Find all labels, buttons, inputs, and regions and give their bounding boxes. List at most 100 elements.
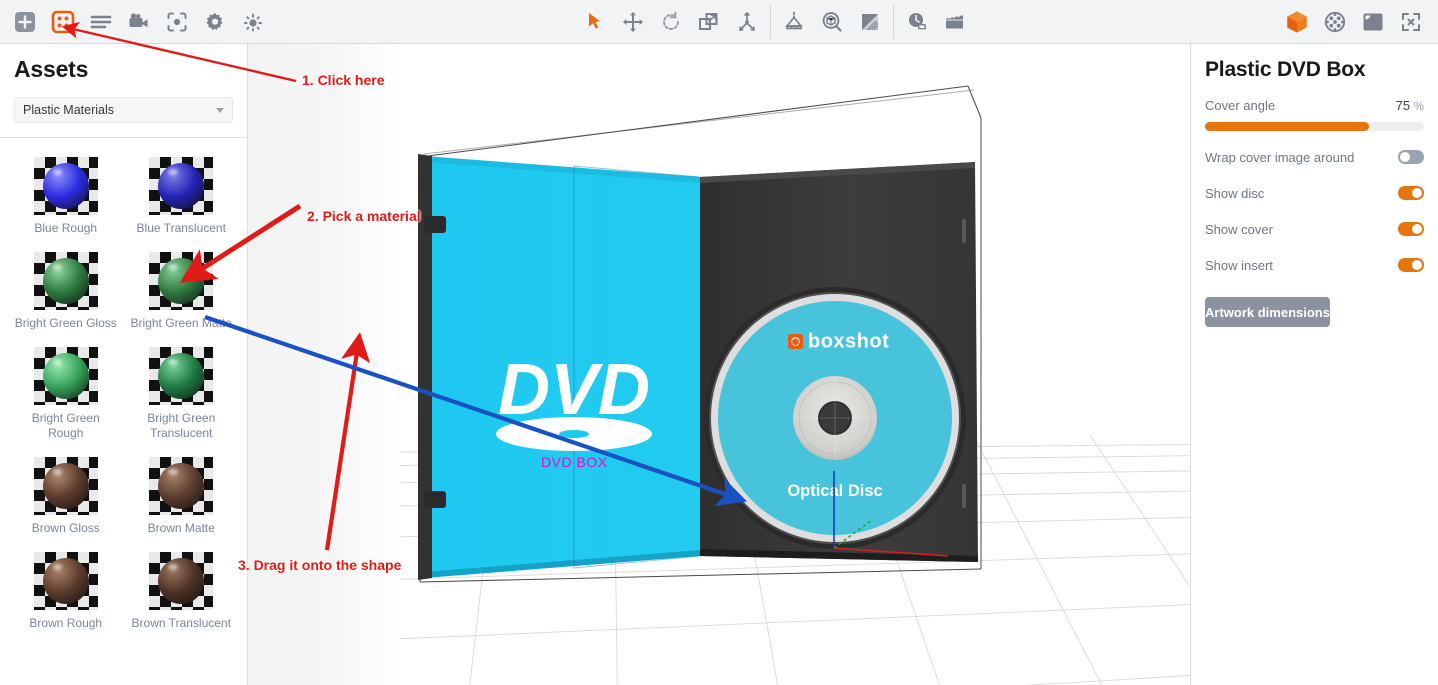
distribute-tool-icon[interactable]: [728, 3, 766, 41]
cover-angle-number: 75: [1396, 98, 1410, 113]
material-label: Brown Translucent: [132, 616, 231, 631]
material-sphere: [158, 258, 204, 304]
material-sphere: [43, 163, 89, 209]
dvd-cover: DVD: [418, 154, 700, 580]
animation-icon[interactable]: [936, 3, 974, 41]
material-sphere: [158, 163, 204, 209]
dvd-logo: DVD: [496, 350, 652, 451]
artwork-dimensions-button[interactable]: Artwork dimensions: [1205, 297, 1330, 327]
material-swatch-item[interactable]: Bright Green Translucent: [124, 344, 240, 444]
toggle-label: Show insert: [1205, 258, 1273, 273]
cover-angle-label: Cover angle: [1205, 98, 1275, 113]
optical-disc: boxshot Optical Disc: [711, 294, 959, 542]
toolbar-left-group: [0, 0, 272, 44]
snapshot-icon[interactable]: [158, 3, 196, 41]
material-sphere: [43, 353, 89, 399]
toggle-label: Wrap cover image around: [1205, 150, 1354, 165]
fullscreen-icon[interactable]: [1392, 3, 1430, 41]
cover-angle-slider[interactable]: [1205, 122, 1424, 131]
material-label: Bright Green Rough: [14, 411, 118, 441]
material-label: Brown Gloss: [32, 521, 100, 536]
toggle-knob: [1412, 188, 1422, 198]
material-swatch-item[interactable]: Blue Rough: [8, 154, 124, 239]
material-category-dropdown[interactable]: Plastic Materials: [14, 97, 233, 123]
add-object-icon[interactable]: [6, 3, 44, 41]
material-swatch-item[interactable]: Bright Green Matte: [124, 249, 240, 334]
material-swatch-item[interactable]: Bright Green Gloss: [8, 249, 124, 334]
toggle-knob: [1400, 152, 1410, 162]
toggle-label: Show disc: [1205, 186, 1264, 201]
panel-pointer-notch: [44, 44, 66, 54]
disc-label-text: Optical Disc: [787, 482, 882, 500]
toggle-switch[interactable]: [1398, 150, 1424, 164]
cover-angle-unit: %: [1414, 101, 1424, 113]
material-preview-icon: [34, 347, 98, 405]
reflection-icon[interactable]: [851, 3, 889, 41]
toggle-label: Show cover: [1205, 222, 1273, 237]
cover-angle-value: 75 %: [1396, 98, 1424, 113]
disc-brand-text: boxshot: [808, 331, 889, 353]
move-tool-icon[interactable]: [614, 3, 652, 41]
material-preview-icon: [149, 552, 213, 610]
toolbar-right-group: [1278, 0, 1438, 44]
brightness-icon[interactable]: [234, 3, 272, 41]
cover-clip-bottom: [424, 491, 446, 508]
toggle-knob: [1412, 260, 1422, 270]
backdrop-icon[interactable]: [1354, 3, 1392, 41]
material-swatch-item[interactable]: Brown Translucent: [124, 549, 240, 634]
material-label: Brown Rough: [29, 616, 102, 631]
material-preview-icon: [34, 552, 98, 610]
material-sphere: [43, 463, 89, 509]
material-preview-icon: [149, 457, 213, 515]
boxshot-app-window: Assets Plastic Materials Blue RoughBlue …: [0, 0, 1438, 685]
material-label: Brown Matte: [148, 521, 215, 536]
material-preview-icon: [149, 252, 213, 310]
material-label: Blue Translucent: [137, 221, 226, 236]
toggle-switch[interactable]: [1398, 222, 1424, 236]
material-category-label: Plastic Materials: [23, 103, 216, 117]
properties-panel: Plastic DVD Box Cover angle 75 % Wrap co…: [1190, 44, 1438, 685]
toggle-row: Show disc: [1191, 183, 1438, 203]
toggle-switch[interactable]: [1398, 186, 1424, 200]
page-title: Assets: [0, 44, 247, 83]
material-label: Blue Rough: [34, 221, 97, 236]
material-label: Bright Green Matte: [131, 316, 232, 331]
material-preview-icon: [34, 252, 98, 310]
toolbar-separator-1: [770, 5, 771, 39]
scale-tool-icon[interactable]: [690, 3, 728, 41]
main-toolbar: [0, 0, 1438, 44]
annotation-label-1: 1. Click here: [302, 72, 385, 88]
material-label: Bright Green Gloss: [15, 316, 117, 331]
spotlight-icon[interactable]: [775, 3, 813, 41]
toggle-knob: [1412, 224, 1422, 234]
cover-angle-slider-fill: [1205, 122, 1369, 131]
environment-icon[interactable]: [1316, 3, 1354, 41]
gear-icon[interactable]: [196, 3, 234, 41]
cover-angle-row: Cover angle 75 %: [1191, 96, 1438, 114]
select-tool-icon[interactable]: [576, 3, 614, 41]
camera-icon[interactable]: [120, 3, 158, 41]
toggle-row: Show insert: [1191, 255, 1438, 275]
viewport-backdrop-shade: [248, 44, 400, 685]
inspect-object-icon[interactable]: [813, 3, 851, 41]
material-swatch-item[interactable]: Brown Rough: [8, 549, 124, 634]
assets-icon[interactable]: [44, 3, 82, 41]
viewport-3d[interactable]: boxshot Optical Disc DVD: [248, 44, 1190, 685]
toggle-list: Wrap cover image around Show disc Show cov…: [1191, 147, 1438, 275]
chevron-down-icon: [216, 108, 224, 113]
properties-pointer-notch: [1309, 43, 1331, 54]
layers-icon[interactable]: [82, 3, 120, 41]
material-grid: Blue Rough Blue Translucent Bright Green G…: [0, 138, 247, 644]
toggle-row: Wrap cover image around: [1191, 147, 1438, 167]
material-swatch-item[interactable]: Brown Gloss: [8, 454, 124, 539]
shape-icon[interactable]: [1278, 3, 1316, 41]
material-swatch-item[interactable]: Bright Green Rough: [8, 344, 124, 444]
material-swatch-item[interactable]: Blue Translucent: [124, 154, 240, 239]
material-swatch-item[interactable]: Brown Matte: [124, 454, 240, 539]
material-preview-icon: [149, 347, 213, 405]
toggle-switch[interactable]: [1398, 258, 1424, 272]
render-time-icon[interactable]: [898, 3, 936, 41]
rotate-tool-icon[interactable]: [652, 3, 690, 41]
material-label: Bright Green Translucent: [129, 411, 233, 441]
material-sphere: [43, 558, 89, 604]
